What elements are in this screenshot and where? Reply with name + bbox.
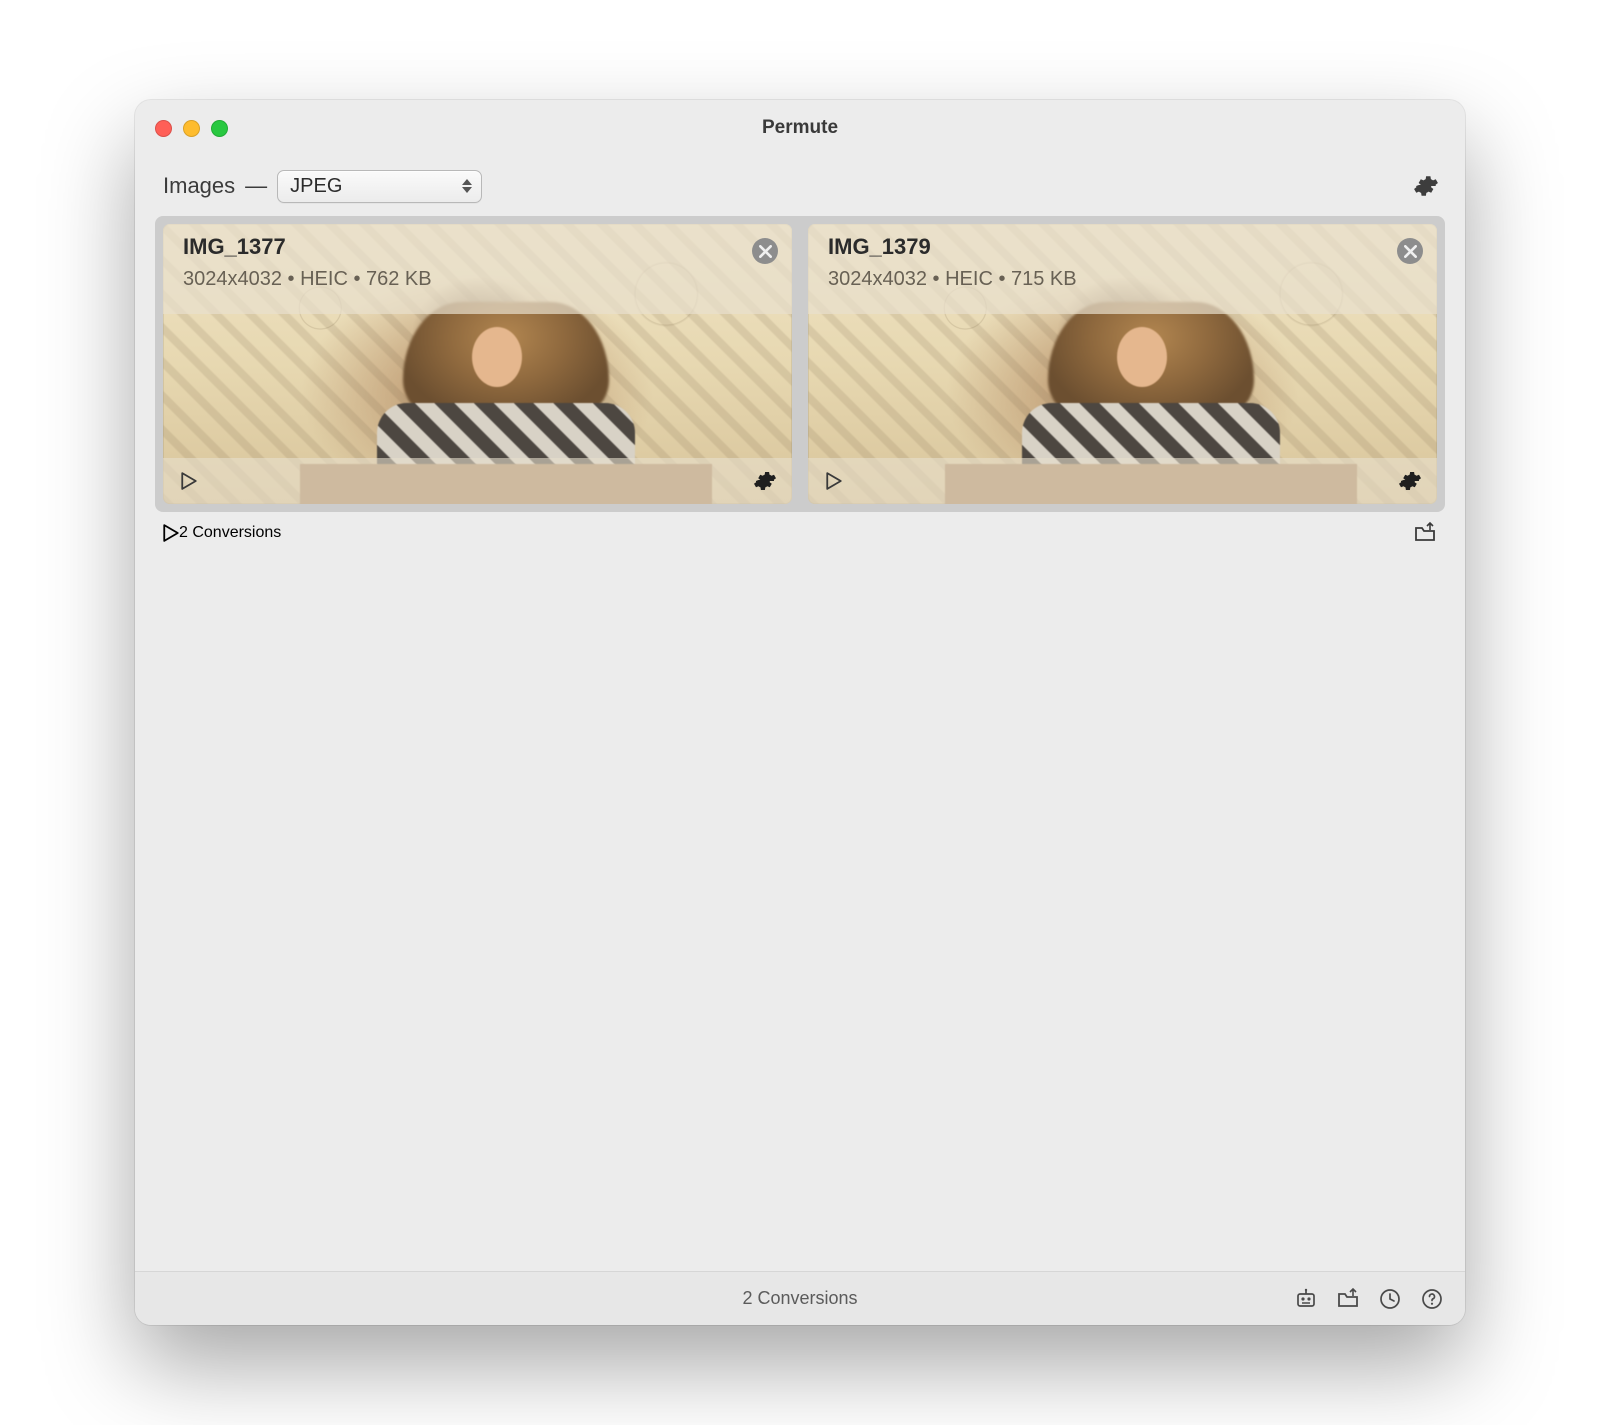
stepper-icon: [461, 179, 473, 193]
window-close-button[interactable]: [155, 120, 172, 137]
app-window: Permute Images — JPEG: [135, 100, 1465, 1325]
card-title: IMG_1379: [828, 234, 1417, 260]
card-play-button[interactable]: [177, 469, 201, 493]
group-count-label: 2 Conversions: [179, 524, 281, 542]
remove-card-button[interactable]: [1397, 238, 1423, 264]
category-label: Images: [163, 173, 235, 199]
window-minimize-button[interactable]: [183, 120, 200, 137]
remove-card-button[interactable]: [752, 238, 778, 264]
group-footer: 2 Conversions: [163, 518, 1437, 548]
format-toolbar: Images — JPEG: [135, 156, 1465, 216]
history-button[interactable]: [1377, 1286, 1403, 1312]
clock-icon: [1378, 1287, 1402, 1311]
gear-icon: [1413, 173, 1439, 199]
group-output-folder-button[interactable]: [1413, 521, 1437, 545]
robot-icon: [1294, 1287, 1318, 1311]
card-settings-button[interactable]: [1397, 468, 1423, 494]
close-icon: [1404, 245, 1417, 258]
devices-button[interactable]: [1293, 1286, 1319, 1312]
folder-icon: [1413, 521, 1437, 545]
conversion-group: IMG_1377 3024x4032 • HEIC • 762 KB: [155, 216, 1445, 512]
card-footer: [808, 458, 1437, 504]
settings-button[interactable]: [1411, 171, 1441, 201]
separator-dash: —: [245, 173, 267, 199]
format-select[interactable]: JPEG: [277, 170, 482, 203]
window-zoom-button[interactable]: [211, 120, 228, 137]
gear-icon: [753, 469, 777, 493]
titlebar: Permute: [135, 100, 1465, 156]
play-icon: [826, 472, 842, 490]
conversion-card[interactable]: IMG_1377 3024x4032 • HEIC • 762 KB: [163, 224, 792, 504]
card-header: IMG_1379 3024x4032 • HEIC • 715 KB: [808, 224, 1437, 314]
output-folder-button[interactable]: [1335, 1286, 1361, 1312]
help-icon: [1420, 1287, 1444, 1311]
card-meta: 3024x4032 • HEIC • 762 KB: [183, 268, 772, 291]
gear-icon: [1398, 469, 1422, 493]
group-play-button[interactable]: [163, 524, 179, 542]
card-settings-button[interactable]: [752, 468, 778, 494]
status-count-label: 2 Conversions: [135, 1288, 1465, 1309]
folder-icon: [1336, 1287, 1360, 1311]
conversion-card[interactable]: IMG_1379 3024x4032 • HEIC • 715 KB: [808, 224, 1437, 504]
window-title: Permute: [762, 117, 838, 139]
card-footer: [163, 458, 792, 504]
statusbar: 2 Conversions: [135, 1271, 1465, 1325]
play-icon: [181, 472, 197, 490]
card-meta: 3024x4032 • HEIC • 715 KB: [828, 268, 1417, 291]
play-icon: [163, 524, 179, 542]
card-row: IMG_1377 3024x4032 • HEIC • 762 KB: [163, 224, 1437, 504]
traffic-lights: [155, 120, 228, 137]
close-icon: [759, 245, 772, 258]
card-play-button[interactable]: [822, 469, 846, 493]
empty-area: [135, 548, 1465, 1271]
help-button[interactable]: [1419, 1286, 1445, 1312]
card-title: IMG_1377: [183, 234, 772, 260]
format-select-value: JPEG: [290, 175, 342, 198]
card-header: IMG_1377 3024x4032 • HEIC • 762 KB: [163, 224, 792, 314]
